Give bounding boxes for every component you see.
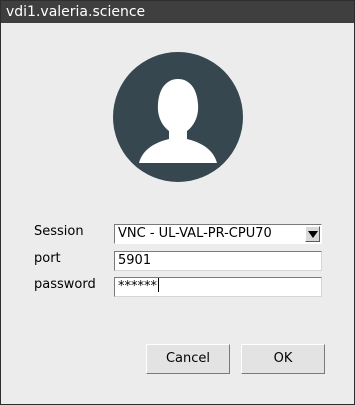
port-value: 5901 [118, 253, 152, 268]
password-input[interactable]: ****** [114, 277, 322, 297]
port-input[interactable]: 5901 [114, 251, 322, 271]
session-selected-value: VNC - UL-VAL-PR-CPU70 [118, 226, 272, 241]
session-select[interactable]: VNC - UL-VAL-PR-CPU70 [114, 224, 322, 244]
user-avatar-icon [113, 52, 243, 182]
window-title: vdi1.valeria.science [6, 4, 146, 20]
login-dialog: vdi1.valeria.science Session VNC - UL-VA… [0, 0, 355, 405]
password-mask: ****** [118, 279, 157, 294]
port-label: port [34, 251, 61, 266]
dropdown-arrow-icon[interactable] [305, 226, 320, 242]
session-label: Session [34, 224, 84, 239]
ok-button[interactable]: OK [241, 344, 325, 374]
password-label: password [34, 277, 96, 292]
text-cursor [158, 278, 159, 292]
cancel-button[interactable]: Cancel [146, 344, 230, 374]
title-bar[interactable]: vdi1.valeria.science [1, 1, 354, 23]
